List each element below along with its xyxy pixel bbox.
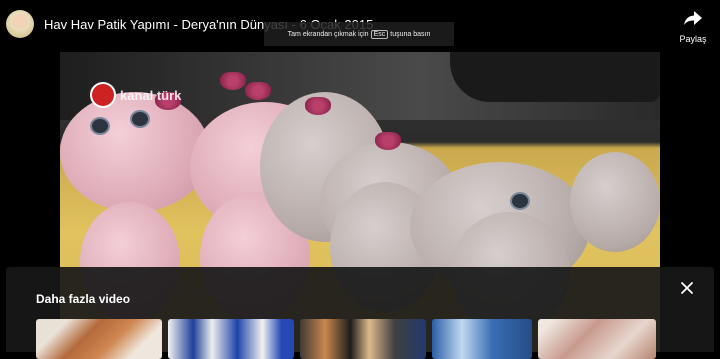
button-eye-3 [510, 192, 530, 210]
channel-watermark: kanal türk [90, 82, 181, 108]
video-dark-shape [450, 52, 660, 102]
more-videos-title: Daha fazla video [36, 292, 131, 306]
button-eye-2 [130, 110, 150, 128]
bow-2 [220, 72, 246, 90]
close-icon[interactable] [680, 281, 694, 295]
video-thumbnail[interactable] [168, 319, 294, 359]
toast-prefix: Tam ekrandan çıkmak için [287, 30, 369, 38]
grey-pompom-3 [570, 152, 660, 252]
button-eye-1 [90, 117, 110, 135]
more-videos-panel: Daha fazla video [6, 267, 714, 359]
video-thumbnail[interactable] [300, 319, 426, 359]
video-thumbnail[interactable] [538, 319, 656, 359]
share-arrow-icon [684, 11, 702, 25]
share-label: Paylaş [679, 34, 707, 44]
bow-5 [375, 132, 401, 150]
channel-avatar[interactable] [6, 10, 34, 38]
thumbnail-row [36, 319, 656, 359]
bow-4 [305, 97, 331, 115]
watermark-text: kanal türk [120, 87, 182, 103]
share-button[interactable]: Paylaş [676, 10, 710, 44]
video-thumbnail[interactable] [432, 319, 532, 359]
fullscreen-exit-toast: Tam ekrandan çıkmak için Esc tuşuna bası… [264, 22, 454, 46]
channel-logo-icon [90, 82, 116, 108]
toast-suffix: tuşuna basın [390, 30, 431, 38]
bow-3 [245, 82, 271, 100]
video-thumbnail[interactable] [36, 319, 162, 359]
esc-key-badge: Esc [370, 29, 389, 39]
